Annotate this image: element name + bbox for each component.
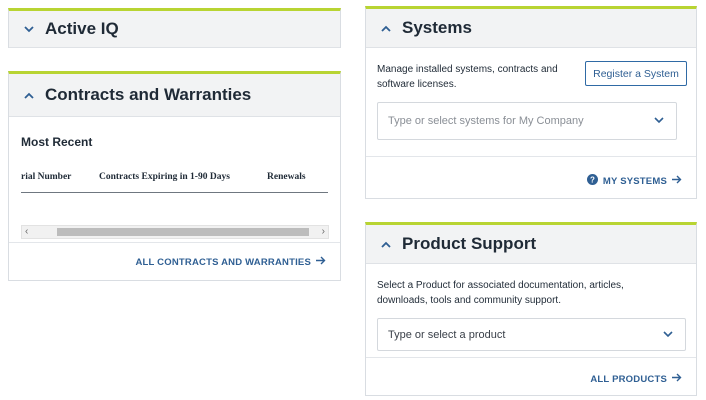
active-iq-header[interactable]: Active IQ bbox=[9, 11, 340, 48]
systems-select-placeholder: Type or select systems for My Company bbox=[388, 115, 584, 127]
my-systems-label: MY SYSTEMS bbox=[602, 175, 667, 187]
contracts-table-header: rial Number Contracts Expiring in 1-90 D… bbox=[21, 169, 328, 193]
all-contracts-label: ALL CONTRACTS AND WARRANTIES bbox=[135, 256, 311, 268]
product-support-title: Product Support bbox=[402, 234, 537, 253]
systems-divider bbox=[366, 156, 696, 157]
scroll-left-icon[interactable]: ‹ bbox=[25, 226, 28, 238]
systems-description: Manage installed systems, contracts and … bbox=[377, 64, 558, 90]
column-renewals[interactable]: Renewals bbox=[267, 172, 306, 182]
scroll-right-icon[interactable]: › bbox=[322, 226, 325, 238]
chevron-up-icon[interactable] bbox=[378, 20, 394, 36]
chevron-down-icon bbox=[654, 115, 664, 127]
contracts-subheading: Most Recent bbox=[21, 135, 93, 149]
chevron-up-icon[interactable] bbox=[378, 236, 394, 252]
help-icon: ? bbox=[586, 174, 598, 188]
chevron-down-icon bbox=[663, 329, 673, 341]
contracts-scrollbar[interactable]: ‹ › bbox=[21, 225, 329, 239]
all-products-label: ALL PRODUCTS bbox=[590, 373, 667, 385]
systems-select[interactable]: Type or select systems for My Company bbox=[377, 102, 677, 140]
all-contracts-link[interactable]: ALL CONTRACTS AND WARRANTIES bbox=[135, 256, 326, 268]
product-support-header[interactable]: Product Support bbox=[366, 225, 696, 264]
chevron-up-icon[interactable] bbox=[21, 87, 37, 103]
svg-text:?: ? bbox=[590, 175, 595, 184]
all-products-link[interactable]: ALL PRODUCTS bbox=[590, 373, 682, 385]
contracts-header[interactable]: Contracts and Warranties bbox=[9, 74, 340, 117]
active-iq-title: Active IQ bbox=[45, 19, 119, 38]
product-support-description: Select a Product for associated document… bbox=[377, 280, 624, 306]
column-contracts-expiring[interactable]: Contracts Expiring in 1-90 Days bbox=[99, 172, 230, 182]
my-systems-link[interactable]: ? MY SYSTEMS bbox=[586, 174, 682, 188]
arrow-right-icon bbox=[316, 256, 326, 268]
arrow-right-icon bbox=[672, 373, 682, 385]
active-iq-card: Active IQ bbox=[8, 8, 341, 48]
product-support-card: Product Support Select a Product for ass… bbox=[365, 222, 697, 396]
systems-card: Systems Manage installed systems, contra… bbox=[365, 6, 697, 199]
contracts-card: Contracts and Warranties Most Recent ria… bbox=[8, 71, 341, 281]
contracts-divider bbox=[9, 242, 340, 243]
systems-header[interactable]: Systems bbox=[366, 9, 696, 48]
systems-title: Systems bbox=[402, 18, 472, 37]
arrow-right-icon bbox=[672, 175, 682, 187]
register-system-button[interactable]: Register a System bbox=[585, 61, 687, 86]
contracts-title: Contracts and Warranties bbox=[45, 85, 252, 104]
column-serial-number[interactable]: rial Number bbox=[21, 172, 71, 182]
product-select[interactable]: Type or select a product bbox=[377, 318, 686, 351]
product-support-divider bbox=[366, 357, 696, 358]
scrollbar-thumb[interactable] bbox=[57, 228, 309, 236]
product-select-placeholder: Type or select a product bbox=[388, 328, 506, 341]
chevron-down-icon[interactable] bbox=[21, 21, 37, 37]
